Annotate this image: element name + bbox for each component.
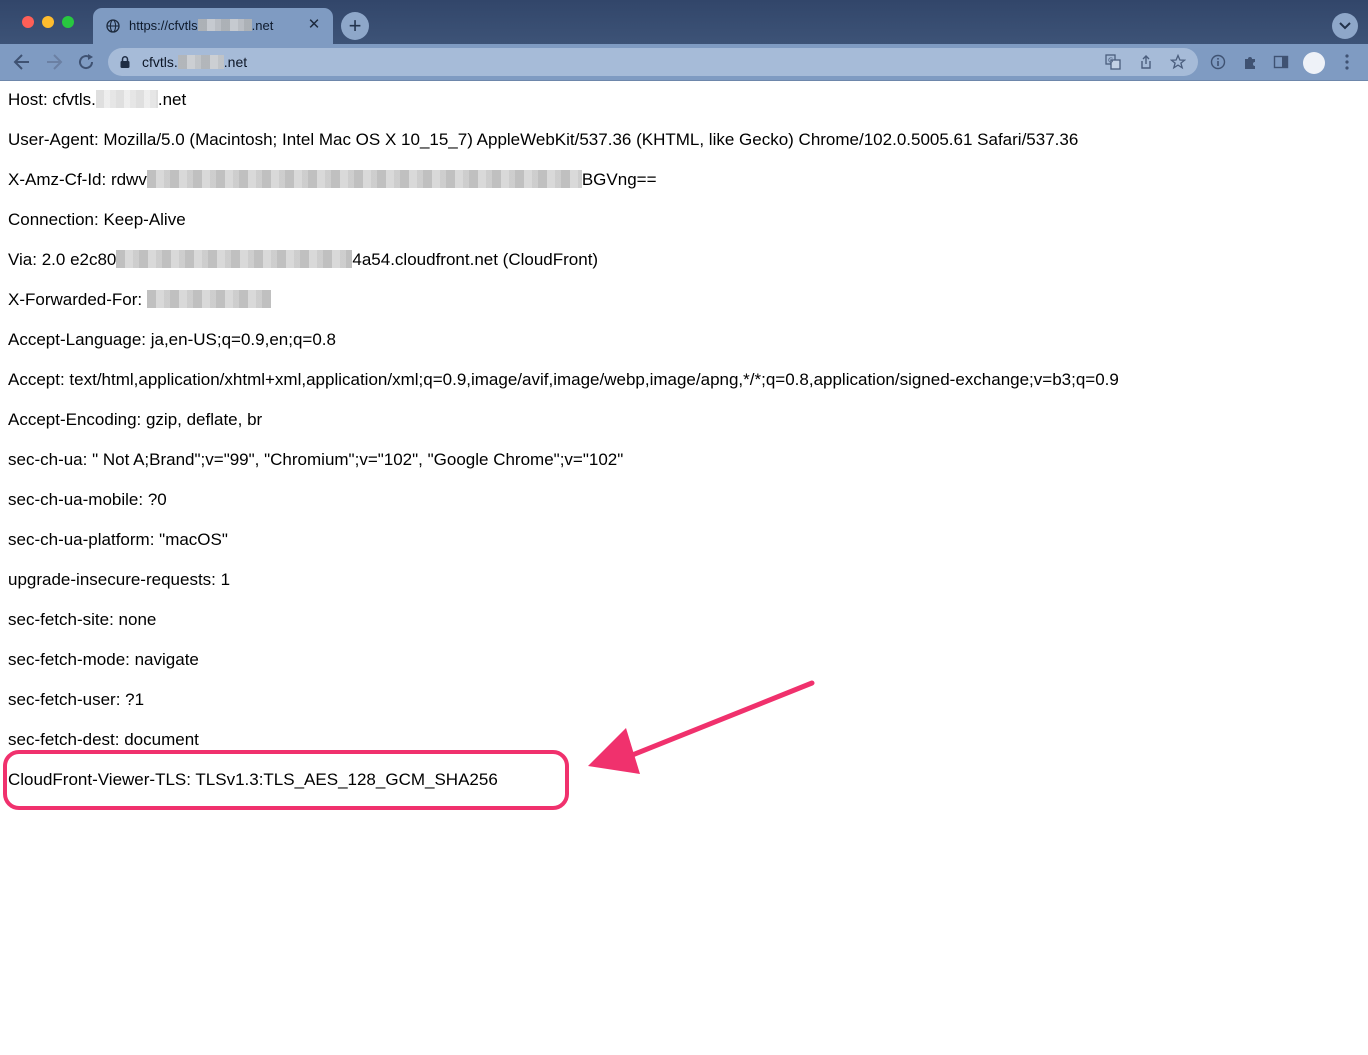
header-via: Via: 2.0 e2c80 4a54.cloudfront.net (Cloud… (8, 250, 599, 269)
redacted-host (177, 55, 224, 69)
avatar[interactable] (1303, 52, 1325, 74)
tab-active[interactable]: https://cfvtls .net ✕ (93, 8, 333, 44)
header-sec-ch-ua-platform: sec-ch-ua-platform: "macOS" (8, 530, 228, 549)
window-titlebar: https://cfvtls .net ✕ + (0, 0, 1368, 44)
window-close-button[interactable] (22, 16, 34, 28)
reload-button[interactable] (76, 52, 96, 72)
forward-button[interactable] (44, 52, 64, 72)
info-icon[interactable] (1210, 54, 1226, 70)
header-sec-fetch-mode: sec-fetch-mode: navigate (8, 650, 199, 669)
highlight-box (3, 750, 569, 810)
tab-search-button[interactable] (1332, 13, 1358, 39)
url-text: cfvtls. .net (142, 54, 248, 70)
redacted-id (146, 170, 582, 188)
address-bar[interactable]: cfvtls. .net G (108, 48, 1198, 76)
more-icon[interactable] (1340, 53, 1354, 71)
translate-icon[interactable]: G (1105, 54, 1121, 70)
header-x-forwarded-for: X-Forwarded-For: (8, 280, 1358, 320)
chevron-down-icon (1339, 22, 1351, 30)
reload-icon (79, 54, 94, 70)
plus-icon: + (348, 13, 362, 38)
header-user-agent: User-Agent: Mozilla/5.0 (Macintosh; Inte… (8, 130, 1079, 149)
header-accept-language: Accept-Language: ja,en-US;q=0.9,en;q=0.8 (8, 330, 336, 349)
header-sec-ch-ua-mobile: sec-ch-ua-mobile: ?0 (8, 490, 167, 509)
forward-icon (47, 54, 63, 70)
annotation-arrow (588, 680, 815, 774)
tab-title: https://cfvtls .net (129, 18, 274, 33)
back-icon (13, 54, 29, 70)
window-maximize-button[interactable] (62, 16, 74, 28)
redacted-edge-id (116, 250, 353, 268)
new-tab-button[interactable]: + (341, 12, 369, 40)
header-sec-fetch-site: sec-fetch-site: none (8, 610, 157, 629)
share-icon[interactable] (1138, 54, 1154, 70)
header-amz-cf-id: X-Amz-Cf-Id: rdwv BGVng== (8, 170, 657, 189)
header-connection: Connection: Keep-Alive (8, 210, 186, 229)
browser-toolbar: cfvtls. .net G (0, 44, 1368, 81)
star-icon[interactable] (1170, 54, 1186, 70)
globe-icon (106, 19, 120, 33)
header-host: Host: cfvtls. .net (8, 90, 187, 109)
redacted-host (95, 90, 158, 108)
side-panel-icon[interactable] (1273, 54, 1289, 70)
back-button[interactable] (12, 52, 32, 72)
close-icon[interactable]: ✕ (305, 16, 323, 34)
svg-text:G: G (1108, 57, 1113, 65)
header-accept-encoding: Accept-Encoding: gzip, deflate, br (8, 410, 263, 429)
header-accept: Accept: text/html,application/xhtml+xml,… (8, 370, 1119, 389)
window-minimize-button[interactable] (42, 16, 54, 28)
redacted-host (197, 19, 252, 31)
lock-icon (120, 56, 130, 68)
header-upgrade-insecure-requests: upgrade-insecure-requests: 1 (8, 570, 231, 589)
header-sec-ch-ua: sec-ch-ua: " Not A;Brand";v="99", "Chrom… (8, 450, 624, 469)
redacted-ip (146, 290, 271, 308)
extensions-icon[interactable] (1242, 54, 1258, 70)
